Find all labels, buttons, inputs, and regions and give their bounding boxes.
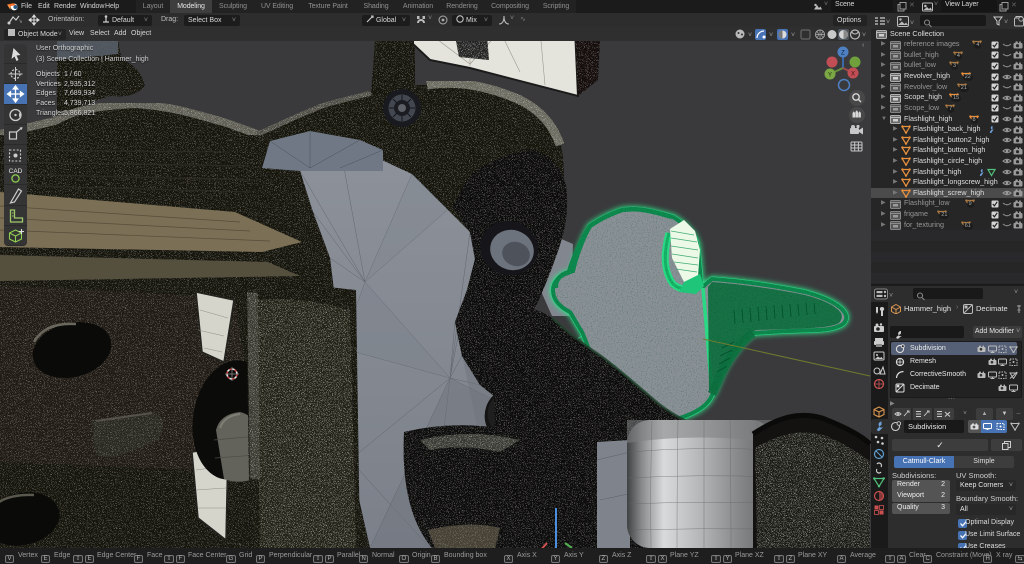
svg-text:˅: ˅ [862, 32, 866, 39]
svg-text:˅: ˅ [769, 32, 773, 39]
svg-text:˅: ˅ [889, 293, 893, 300]
svg-text:CAD: CAD [9, 168, 23, 175]
svg-text:˅: ˅ [748, 32, 752, 39]
svg-text:Y: Y [828, 73, 832, 79]
svg-text:˅: ˅ [791, 32, 795, 39]
svg-text:˅: ˅ [19, 19, 22, 25]
svg-text:Z: Z [841, 51, 845, 57]
svg-text:˅: ˅ [886, 19, 890, 26]
svg-text:˅: ˅ [910, 20, 914, 27]
svg-text:˅: ˅ [1004, 19, 1008, 26]
svg-text:X: X [851, 72, 855, 78]
